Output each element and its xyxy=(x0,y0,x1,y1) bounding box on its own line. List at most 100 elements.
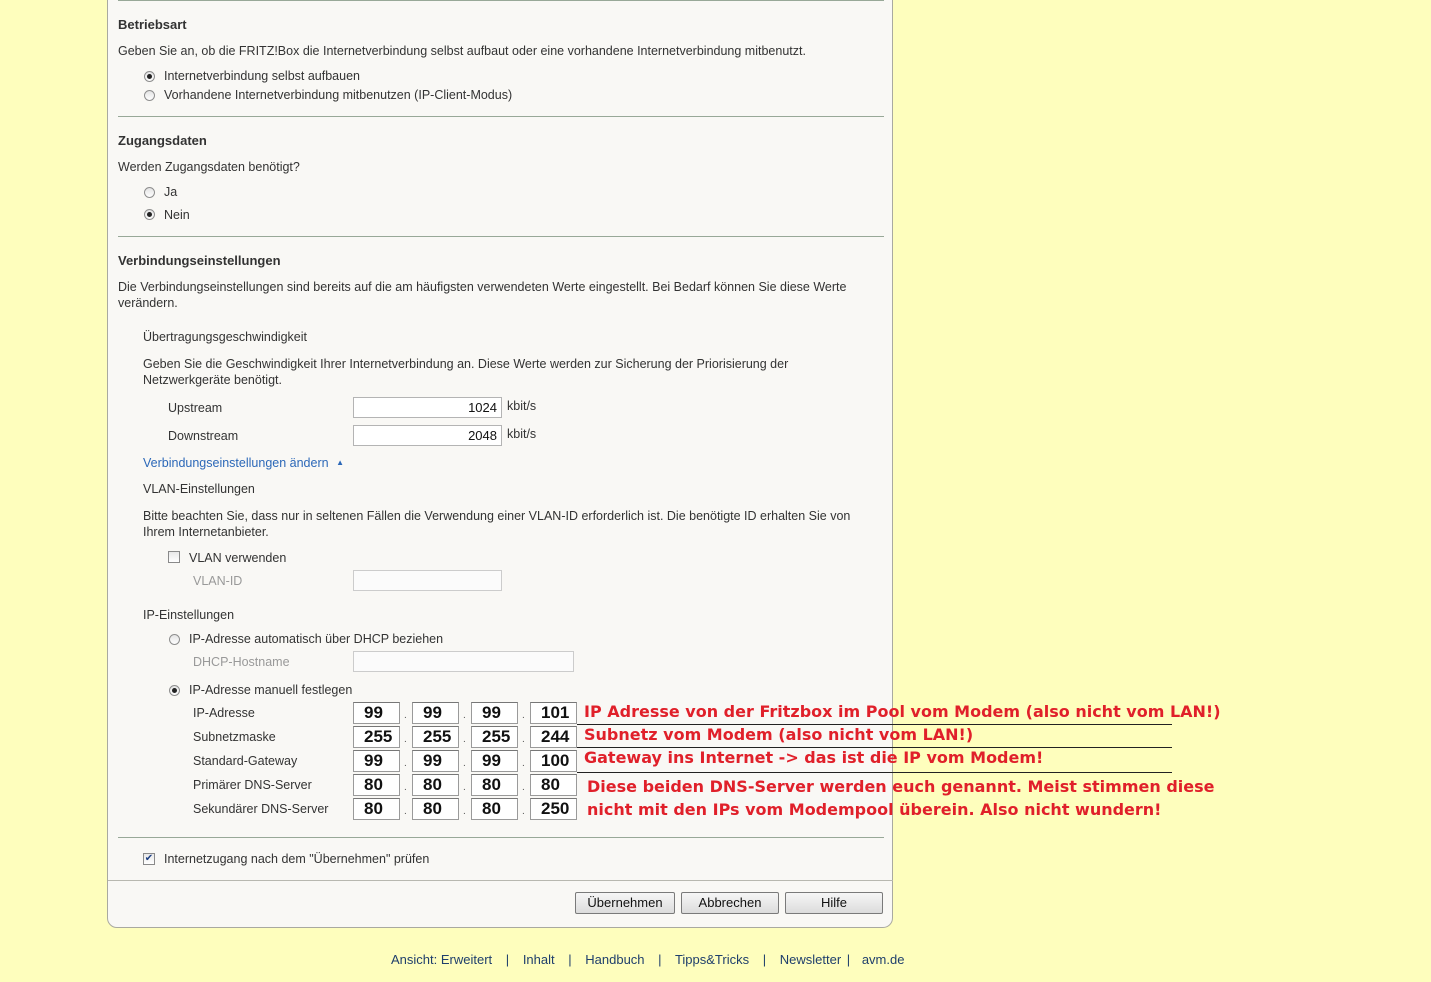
octet-separator: . xyxy=(522,734,525,745)
radio-label: Vorhandene Internetverbindung mitbenutze… xyxy=(164,88,513,102)
ip-octet-input[interactable] xyxy=(471,798,518,820)
downstream-input[interactable] xyxy=(353,425,502,446)
octet-separator: . xyxy=(463,710,466,721)
upstream-input[interactable] xyxy=(353,397,502,418)
change-settings-link[interactable]: Verbindungseinstellungen ändern ▲ xyxy=(143,456,344,470)
footer-view-link[interactable]: Erweitert xyxy=(441,952,492,967)
octet-separator: . xyxy=(522,782,525,793)
radio-label: Nein xyxy=(164,208,190,222)
footer-separator: | xyxy=(846,952,851,967)
footer-separator: | xyxy=(568,952,572,967)
octet-separator: . xyxy=(463,782,466,793)
upstream-label: Upstream xyxy=(168,401,223,415)
ip-octet-input[interactable] xyxy=(471,750,518,772)
footer-link-newsletter[interactable]: Newsletter xyxy=(780,952,841,967)
octet-separator: . xyxy=(522,806,525,817)
ip-settings-heading: IP-Einstellungen xyxy=(143,608,235,622)
dhcp-hostname-label: DHCP-Hostname xyxy=(193,655,290,669)
ip-octet-input[interactable] xyxy=(353,774,400,796)
annotation-dns: Diese beiden DNS-Server werden euch gena… xyxy=(587,777,1215,796)
vlan-checkbox[interactable] xyxy=(168,551,180,563)
verbindung-description: Die Verbindungseinstellungen sind bereit… xyxy=(118,280,847,294)
footer-link-handbuch[interactable]: Handbuch xyxy=(585,952,644,967)
ip-octet-input[interactable] xyxy=(353,750,400,772)
radio-label: Ja xyxy=(164,185,178,199)
ip-octet-input[interactable] xyxy=(471,774,518,796)
footer-separator: | xyxy=(658,952,662,967)
betriebsart-description: Geben Sie an, ob die FRITZ!Box die Inter… xyxy=(118,44,806,58)
annotation-dns-cont: nicht mit den IPs vom Modempool überein.… xyxy=(587,800,1162,819)
cancel-button[interactable]: Abbrechen xyxy=(681,892,779,914)
ip-octet-input[interactable] xyxy=(412,702,459,724)
divider xyxy=(118,0,884,1)
radio-ip-client-modus[interactable] xyxy=(144,90,155,101)
radio-manual-ip[interactable] xyxy=(169,685,180,696)
upstream-unit: kbit/s xyxy=(507,399,537,413)
radio-dhcp-label: IP-Adresse automatisch über DHCP beziehe… xyxy=(189,632,444,646)
change-settings-link-label: Verbindungseinstellungen ändern xyxy=(143,456,329,470)
ip-octet-input[interactable] xyxy=(412,798,459,820)
vlan-description-cont: Ihrem Internetanbieter. xyxy=(143,525,269,539)
octet-separator: . xyxy=(404,710,407,721)
zugangsdaten-question: Werden Zugangsdaten benötigt? xyxy=(118,160,300,174)
annotation-gateway: Gateway ins Internet -> das ist die IP v… xyxy=(584,748,1044,767)
radio-label: Internetverbindung selbst aufbauen xyxy=(164,69,360,83)
check-internet-label: Internetzugang nach dem "Übernehmen" prü… xyxy=(164,852,430,866)
vlan-id-input[interactable] xyxy=(353,570,502,591)
octet-separator: . xyxy=(404,758,407,769)
ip-octet-input[interactable] xyxy=(530,774,577,796)
divider xyxy=(118,116,884,117)
footer-link-inhalt[interactable]: Inhalt xyxy=(523,952,555,967)
ip-octet-input[interactable] xyxy=(412,750,459,772)
radio-dhcp[interactable] xyxy=(169,634,180,645)
ip-octet-input[interactable] xyxy=(353,726,400,748)
ip-octet-input[interactable] xyxy=(412,774,459,796)
radio-ja[interactable] xyxy=(144,187,155,198)
ip-octet-input[interactable] xyxy=(530,750,577,772)
vlan-description: Bitte beachten Sie, dass nur in seltenen… xyxy=(143,509,851,523)
ip-row-label: Primärer DNS-Server xyxy=(193,778,312,792)
ip-octet-input[interactable] xyxy=(530,726,577,748)
footer-separator: | xyxy=(762,952,767,967)
octet-separator: . xyxy=(522,758,525,769)
verbindung-description-cont: verändern. xyxy=(118,296,178,310)
apply-button[interactable]: Übernehmen xyxy=(575,892,675,914)
ip-octet-input[interactable] xyxy=(353,702,400,724)
ip-octet-input[interactable] xyxy=(530,798,577,820)
radio-nein[interactable] xyxy=(144,209,155,220)
ip-octet-input[interactable] xyxy=(471,702,518,724)
footer-link-tipps[interactable]: Tipps&Tricks xyxy=(675,952,749,967)
radio-manual-ip-label: IP-Adresse manuell festlegen xyxy=(189,683,353,697)
vlan-id-label: VLAN-ID xyxy=(193,574,243,588)
divider xyxy=(118,236,884,237)
help-button[interactable]: Hilfe xyxy=(785,892,883,914)
footer: Ansicht: Erweitert | Inhalt | Handbuch |… xyxy=(391,952,904,967)
ip-octet-input[interactable] xyxy=(530,702,577,724)
octet-separator: . xyxy=(522,710,525,721)
dhcp-hostname-input[interactable] xyxy=(353,651,574,672)
octet-separator: . xyxy=(404,806,407,817)
section-heading-verbindung: Verbindungseinstellungen xyxy=(118,253,281,268)
annotation-underline xyxy=(577,772,1172,773)
ip-octet-input[interactable] xyxy=(412,726,459,748)
speed-heading: Übertragungsgeschwindigkeit xyxy=(143,330,307,344)
ip-row-label: Sekundärer DNS-Server xyxy=(193,802,329,816)
divider xyxy=(108,880,893,881)
footer-view-prefix: Ansicht: xyxy=(391,952,438,967)
octet-separator: . xyxy=(463,758,466,769)
octet-separator: . xyxy=(463,806,466,817)
ip-octet-input[interactable] xyxy=(471,726,518,748)
annotation-subnet: Subnetz vom Modem (also nicht vom LAN!) xyxy=(584,725,974,744)
footer-link-avm[interactable]: avm.de xyxy=(862,952,905,967)
ip-row-label: Standard-Gateway xyxy=(193,754,298,768)
downstream-unit: kbit/s xyxy=(507,427,537,441)
section-heading-zugangsdaten: Zugangsdaten xyxy=(118,133,207,148)
section-heading-betriebsart: Betriebsart xyxy=(118,17,187,32)
check-internet-checkbox[interactable]: ✔ xyxy=(143,853,155,865)
footer-separator: | xyxy=(505,952,510,967)
vlan-heading: VLAN-Einstellungen xyxy=(143,482,255,496)
octet-separator: . xyxy=(404,734,407,745)
ip-octet-input[interactable] xyxy=(353,798,400,820)
speed-description-cont: Netzwerkgeräte benötigt. xyxy=(143,373,282,387)
radio-selbst-aufbauen[interactable] xyxy=(144,71,155,82)
